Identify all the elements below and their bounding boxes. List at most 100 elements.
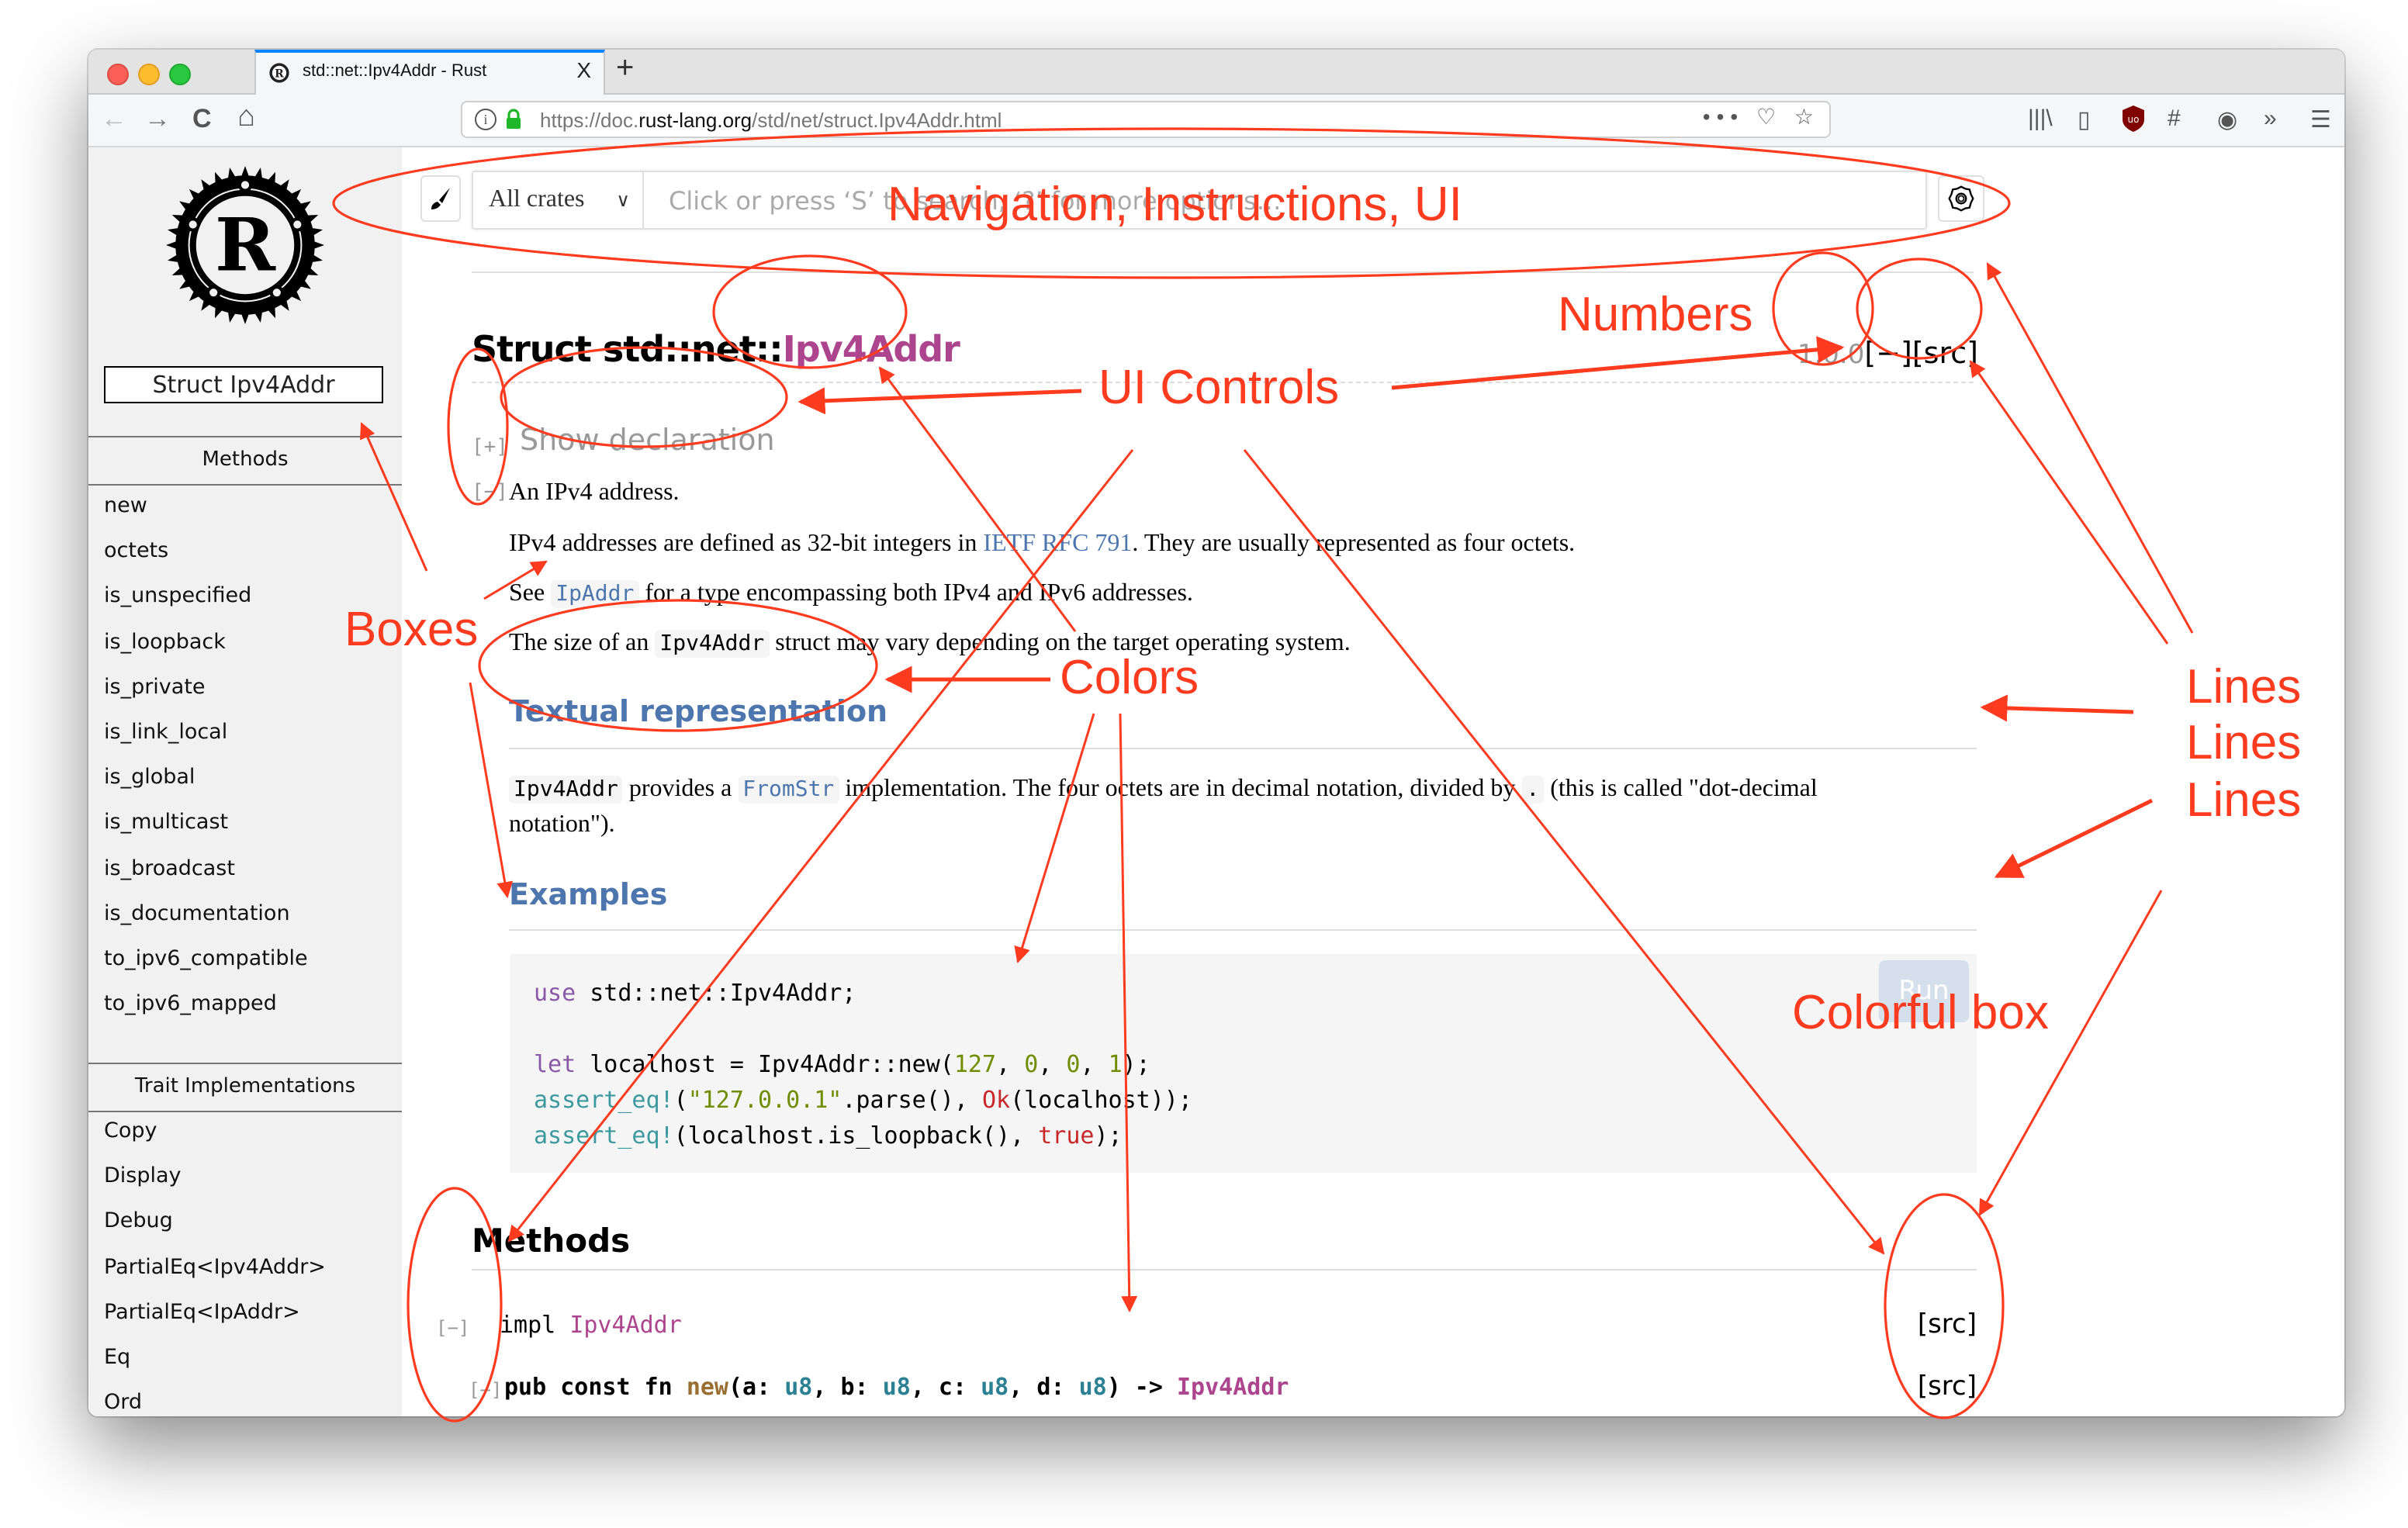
inline-code: Ipv4Addr — [509, 776, 623, 804]
fromstr-link[interactable]: FromStr — [738, 776, 839, 804]
sidebar-trait-item[interactable]: Ord — [104, 1390, 142, 1415]
sidebar-trait-item[interactable]: Display — [104, 1163, 182, 1188]
collapse-impl-toggle[interactable]: [−] — [436, 1317, 469, 1339]
impl-type-link[interactable]: Ipv4Addr — [569, 1311, 682, 1339]
sidebar-trait-item[interactable]: Eq — [104, 1345, 130, 1370]
home-icon[interactable]: ⌂ — [237, 101, 255, 135]
section-divider — [472, 1269, 1977, 1270]
heading-textual-representation[interactable]: Textual representation — [509, 695, 887, 729]
cog-tooth — [167, 227, 182, 237]
zoom-window-button[interactable] — [169, 64, 191, 85]
sidebar-methods-heading[interactable]: Methods — [88, 436, 402, 486]
sidebar-method-item[interactable]: to_ipv6_mapped — [104, 991, 277, 1016]
nav-bar: ← → C ⌂ i https://doc.rust-lang.org/std/… — [88, 95, 2344, 147]
heading-methods[interactable]: Methods — [472, 1222, 630, 1260]
sidebar-method-item[interactable]: is_private — [104, 675, 206, 700]
sidebar: R Struct Ipv4Addr Methods new octets is_un… — [88, 147, 402, 1416]
sidebar-method-item[interactable]: is_multicast — [104, 811, 228, 835]
cog-tooth — [227, 167, 237, 181]
sidebar-method-item[interactable]: is_documentation — [104, 901, 290, 926]
return-type-link[interactable]: Ipv4Addr — [1177, 1373, 1289, 1401]
sidebar-title[interactable]: Struct Ipv4Addr — [104, 366, 383, 403]
show-declaration-link[interactable]: Show declaration — [520, 423, 775, 458]
cog-tooth — [311, 240, 324, 250]
code-line: let localhost = Ipv4Addr::new(127, 0, 0,… — [534, 1050, 1150, 1078]
url-text: https://doc.rust-lang.org/std/net/struct… — [540, 109, 1002, 132]
cog-tooth — [166, 240, 179, 250]
menu-icon[interactable]: ☰ — [2310, 105, 2331, 133]
collapse-docs-toggle[interactable]: [−] — [472, 481, 508, 504]
fn-src-link[interactable]: [src] — [1918, 1371, 1977, 1402]
src-link[interactable]: [src] — [1912, 337, 1978, 371]
heading-examples[interactable]: Examples — [509, 878, 667, 912]
fn-name-link[interactable]: new — [687, 1373, 728, 1401]
chevron-down-icon: ∨ — [616, 189, 630, 211]
back-icon[interactable]: ← — [101, 104, 127, 135]
cog-tooth — [253, 309, 263, 323]
theme-picker-button[interactable] — [420, 175, 461, 222]
forward-icon[interactable]: → — [144, 104, 171, 135]
sidebar-trait-item[interactable]: PartialEq<IpAddr> — [104, 1300, 300, 1325]
sidebar-trait-item[interactable]: Debug — [104, 1209, 173, 1234]
stage: R std::net::Ipv4Addr - Rust X + ← → C ⌂ … — [0, 0, 2408, 1528]
collapse-all-toggle[interactable]: [−] — [1864, 337, 1912, 371]
close-window-button[interactable] — [107, 64, 129, 85]
minimize-window-button[interactable] — [138, 64, 160, 85]
tab-strip: R std::net::Ipv4Addr - Rust X + — [88, 50, 2344, 95]
rust-favicon-icon: R — [269, 63, 289, 83]
svg-text:uo: uo — [2128, 114, 2140, 125]
sidebar-method-item[interactable]: to_ipv6_compatible — [104, 946, 308, 971]
extension-icon[interactable]: # — [2168, 105, 2181, 132]
reload-icon[interactable]: C — [192, 104, 212, 135]
sidebar-method-item[interactable]: new — [104, 493, 147, 518]
impl-src-link[interactable]: [src] — [1918, 1309, 1977, 1340]
expand-declaration-toggle[interactable]: [+] — [472, 436, 508, 459]
rust-logo-icon[interactable]: R — [166, 166, 324, 324]
crate-filter-select[interactable]: All crates ∨ — [473, 172, 644, 228]
inline-code: Ipv4Addr — [655, 630, 770, 658]
cog-tooth — [253, 167, 263, 181]
tab-active[interactable]: R std::net::Ipv4Addr - Rust X — [254, 50, 605, 95]
sidebar-icon[interactable]: ▯ — [2078, 105, 2091, 133]
sidebar-method-item[interactable]: is_unspecified — [104, 584, 251, 609]
cog-tooth — [240, 166, 250, 179]
info-icon[interactable]: i — [475, 109, 496, 130]
sidebar-trait-item[interactable]: Copy — [104, 1118, 157, 1143]
sidebar-method-item[interactable]: is_broadcast — [104, 856, 235, 880]
cog-tooth — [309, 227, 323, 237]
page-title: Struct std::net::Ipv4Addr — [472, 330, 960, 371]
sidebar-trait-item[interactable]: PartialEq<Ipv4Addr> — [104, 1254, 326, 1279]
new-tab-button[interactable]: + — [616, 51, 634, 87]
struct-name[interactable]: Ipv4Addr — [783, 330, 960, 371]
ipaddr-link[interactable]: IpAddr — [551, 580, 639, 608]
close-tab-icon[interactable]: X — [576, 57, 591, 82]
annotation-label-lines: Lines — [2186, 715, 2302, 769]
cog-tooth — [167, 253, 182, 263]
collapse-fn-toggle[interactable]: [−] — [469, 1379, 502, 1401]
annotation-label-colorful-box: Colorful box — [1792, 985, 2049, 1039]
library-icon[interactable]: |||\ — [2028, 105, 2053, 132]
settings-button[interactable] — [1938, 175, 1984, 222]
section-divider — [509, 929, 1977, 931]
rfc-link[interactable]: IETF RFC 791 — [983, 531, 1132, 557]
doc-paragraph-cont: notation"). — [509, 811, 615, 838]
annotation-label-lines: Lines — [2186, 659, 2302, 714]
sidebar-method-item[interactable]: is_loopback — [104, 629, 226, 654]
sidebar-method-item[interactable]: octets — [104, 538, 168, 563]
sidebar-traits-heading[interactable]: Trait Implementations — [88, 1063, 402, 1112]
account-icon[interactable]: ◉ — [2217, 105, 2237, 133]
browser-window: R std::net::Ipv4Addr - Rust X + ← → C ⌂ … — [88, 50, 2344, 1416]
sidebar-method-item[interactable]: is_global — [104, 765, 195, 790]
overflow-icon[interactable]: » — [2264, 105, 2277, 132]
annotation-label-navigation: Navigation, Instructions, UI — [887, 177, 1462, 231]
svg-text:R: R — [215, 203, 276, 289]
annotation-label-numbers: Numbers — [1558, 287, 1753, 341]
url-bar[interactable]: i https://doc.rust-lang.org/std/net/stru… — [461, 101, 1831, 138]
annotation-label-boxes: Boxes — [344, 602, 479, 656]
code-line: assert_eq!("127.0.0.1".parse(), Ok(local… — [534, 1086, 1192, 1114]
fn-signature: pub const fn new(a: u8, b: u8, c: u8, d:… — [504, 1373, 1289, 1401]
sidebar-method-item[interactable]: is_link_local — [104, 720, 227, 745]
ublock-icon[interactable]: uo — [2123, 105, 2144, 132]
page-actions-icon[interactable]: ••• ♡ ☆ — [1703, 104, 1820, 130]
annotation-label-colors: Colors — [1060, 650, 1199, 704]
